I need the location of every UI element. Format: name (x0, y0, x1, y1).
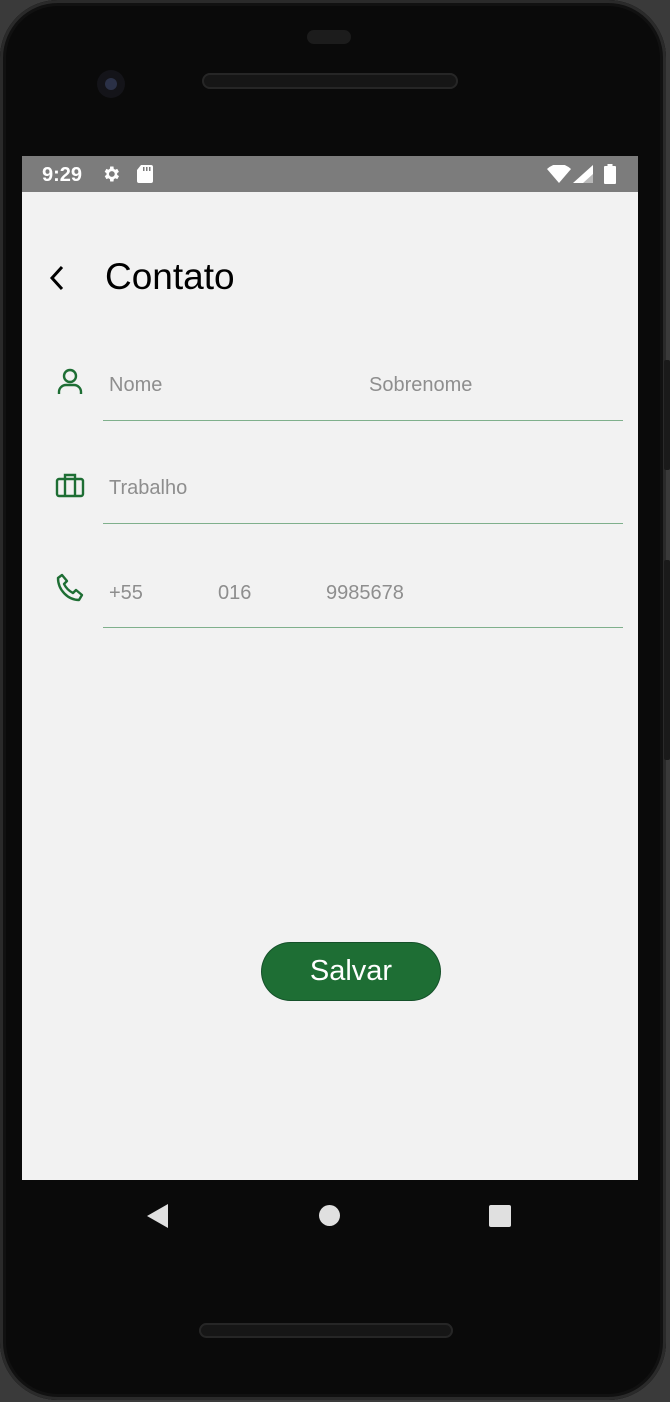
name-field-underline (103, 420, 623, 421)
phone-frame: 9:29 Contato Nome Sobrenome Trabalho +55… (0, 0, 670, 1400)
screen: 9:29 Contato Nome Sobrenome Trabalho +55… (22, 156, 638, 1180)
chevron-left-icon (49, 265, 64, 291)
nav-recents-button[interactable] (489, 1205, 511, 1227)
nav-home-button[interactable] (319, 1205, 340, 1226)
work-field-underline (103, 523, 623, 524)
first-name-input[interactable]: Nome (109, 374, 162, 397)
area-code-input[interactable]: 016 (218, 582, 251, 605)
front-camera (97, 70, 125, 98)
phone-number-input[interactable]: 9985678 (326, 582, 404, 605)
power-button (664, 560, 670, 760)
wifi-icon (547, 164, 571, 188)
sensor (307, 30, 351, 44)
nav-back-button[interactable] (147, 1204, 169, 1233)
status-bar: 9:29 (22, 156, 638, 192)
battery-icon (604, 164, 616, 189)
volume-button (664, 360, 670, 470)
country-code-input[interactable]: +55 (109, 582, 143, 605)
person-icon (54, 366, 86, 398)
gear-icon (101, 164, 121, 189)
status-time: 9:29 (42, 164, 83, 186)
signal-icon (573, 165, 593, 188)
back-triangle-icon (147, 1204, 168, 1228)
save-button[interactable]: Salvar (262, 943, 440, 1000)
phone-field-underline (103, 627, 623, 628)
phone-icon (54, 572, 86, 604)
last-name-input[interactable]: Sobrenome (369, 374, 472, 397)
bottom-speaker (199, 1323, 453, 1338)
work-input[interactable]: Trabalho (109, 477, 187, 500)
briefcase-icon (54, 470, 86, 502)
back-button[interactable] (44, 260, 72, 296)
page-title: Contato (105, 256, 235, 297)
earpiece-speaker (202, 73, 458, 89)
sd-card-icon (136, 164, 154, 189)
